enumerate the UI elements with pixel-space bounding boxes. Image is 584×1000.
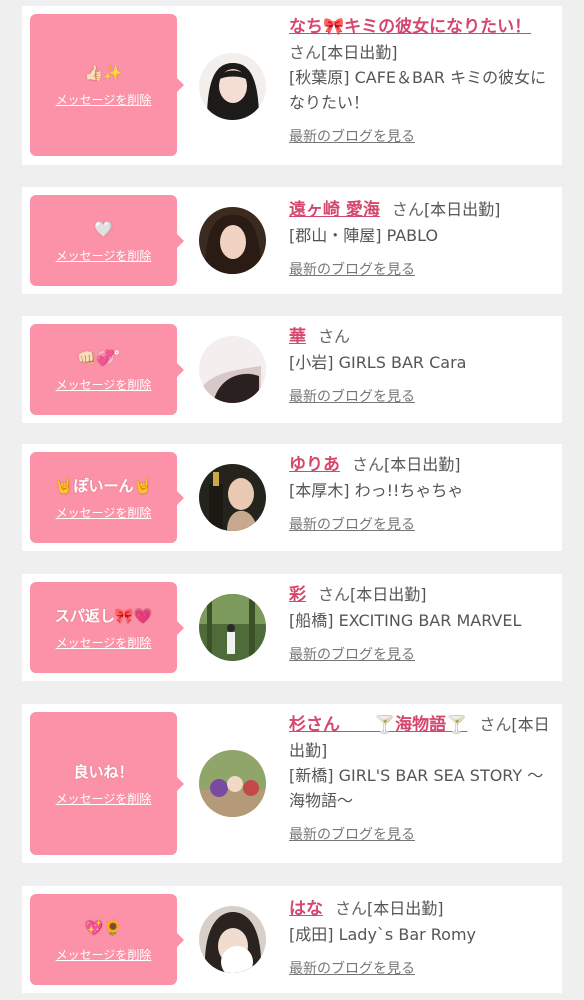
honorific: さん [318, 327, 351, 346]
avatar[interactable] [199, 750, 266, 817]
cast-name-link[interactable]: なち🎀キミの彼女になりたい！ [289, 17, 531, 37]
honorific: さん [318, 585, 351, 604]
honorific: さん [479, 715, 512, 734]
cast-name-link[interactable]: 彩 [289, 585, 306, 605]
honorific: さん [352, 455, 385, 474]
cast-name-link[interactable]: はな [289, 899, 323, 919]
cast-info: ゆりあ さん[本日出勤] [本厚木] わっ!!ちゃちゃ 最新のブログを見る [289, 452, 557, 538]
shop-name: [新橋] GIRL'S BAR SEA STORY 〜海物語〜 [289, 766, 544, 810]
shop-name: [船橋] EXCITING BAR MARVEL [289, 611, 522, 630]
cast-info: はな さん[本日出勤] [成田] Lady`s Bar Romy 最新のブログを見… [289, 896, 557, 982]
message-card: 🤍 メッセージを削除 遠ヶ崎 愛海 さん[本日出勤] [郡山・陣屋] PABLO … [22, 187, 562, 294]
shop-name: [秋葉原] CAFE＆BAR キミの彼女になりたい！ [289, 68, 547, 112]
message-bubble: 良いね！ メッセージを削除 [30, 712, 184, 855]
cast-info: 彩さん[本日出勤] [船橋] EXCITING BAR MARVEL 最新のブロ… [289, 582, 557, 668]
message-text: 👍🏻✨ [84, 64, 123, 82]
shift-status: [本日出勤] [367, 899, 444, 918]
cast-info: なち🎀キミの彼女になりたい！ さん[本日出勤] [秋葉原] CAFE＆BAR キ… [289, 14, 557, 150]
message-card: スパ返し🎀💗 メッセージを削除 彩さん[本日出勤] [船橋] EXCITING … [22, 574, 562, 681]
message-bubble: 🤘ぽいーん🤘 メッセージを削除 [30, 452, 184, 543]
blog-link[interactable]: 最新のブログを見る [289, 643, 557, 668]
message-card: 👊🏻💞゜ メッセージを削除 華さん [小岩] GIRLS BAR Cara 最新… [22, 316, 562, 423]
shift-status: [本日出勤] [423, 200, 501, 219]
blog-link[interactable]: 最新のブログを見る [289, 258, 557, 283]
delete-message-link[interactable]: メッセージを削除 [56, 792, 152, 806]
message-bubble: 👊🏻💞゜ メッセージを削除 [30, 324, 184, 415]
cast-name-link[interactable]: 華 [289, 327, 306, 347]
blog-link[interactable]: 最新のブログを見る [289, 385, 557, 410]
shop-name: [郡山・陣屋] PABLO [289, 226, 439, 245]
message-text: 🤍 [94, 219, 113, 238]
message-text: 🤘ぽいーん🤘 [54, 476, 153, 495]
cast-info: 杉さん 🍸海物語🍸 さん[本日出勤] [新橋] GIRL'S BAR SEA ST… [289, 712, 557, 848]
cast-name-link[interactable]: ゆりあ [289, 455, 340, 475]
message-card: 👍🏻✨ メッセージを削除 なち🎀キミの彼女になりたい！ さん[本日出勤] [秋葉… [22, 6, 562, 165]
message-card: 💖🌻 メッセージを削除 はな さん[本日出勤] [成田] Lady`s Bar R… [22, 886, 562, 993]
message-text: 💖🌻 [84, 918, 123, 937]
avatar[interactable] [199, 464, 266, 531]
shift-status: [本日出勤] [321, 43, 398, 62]
blog-link[interactable]: 最新のブログを見る [289, 823, 557, 848]
shift-status: [本日出勤] [384, 455, 461, 474]
message-bubble: スパ返し🎀💗 メッセージを削除 [30, 582, 184, 673]
avatar[interactable] [199, 906, 266, 973]
shop-name: [本厚木] わっ!!ちゃちゃ [289, 481, 464, 500]
honorific: さん [335, 899, 368, 918]
delete-message-link[interactable]: メッセージを削除 [56, 636, 152, 650]
avatar[interactable] [199, 53, 266, 120]
cast-info: 遠ヶ崎 愛海 さん[本日出勤] [郡山・陣屋] PABLO 最新のブログを見る [289, 197, 557, 283]
honorific: さん [391, 200, 424, 219]
blog-link[interactable]: 最新のブログを見る [289, 957, 557, 982]
message-bubble: 🤍 メッセージを削除 [30, 195, 184, 286]
delete-message-link[interactable]: メッセージを削除 [56, 378, 152, 392]
shift-status: [本日出勤] [350, 585, 427, 604]
message-text: 👊🏻💞゜ [77, 348, 130, 367]
blog-link[interactable]: 最新のブログを見る [289, 125, 557, 150]
shop-name: [小岩] GIRLS BAR Cara [289, 353, 467, 372]
delete-message-link[interactable]: メッセージを削除 [56, 93, 152, 107]
avatar[interactable] [199, 594, 266, 661]
message-bubble: 💖🌻 メッセージを削除 [30, 894, 184, 985]
avatar[interactable] [199, 207, 266, 274]
delete-message-link[interactable]: メッセージを削除 [56, 249, 152, 263]
delete-message-link[interactable]: メッセージを削除 [56, 948, 152, 962]
cast-info: 華さん [小岩] GIRLS BAR Cara 最新のブログを見る [289, 324, 557, 410]
cast-name-link[interactable]: 遠ヶ崎 愛海 [289, 200, 380, 220]
delete-message-link[interactable]: メッセージを削除 [56, 506, 152, 520]
avatar[interactable] [199, 336, 266, 403]
message-bubble: 👍🏻✨ メッセージを削除 [30, 14, 184, 156]
honorific: さん [289, 43, 322, 62]
message-text: 良いね！ [73, 762, 134, 781]
cast-name-link[interactable]: 杉さん 🍸海物語🍸 [289, 715, 467, 735]
shop-name: [成田] Lady`s Bar Romy [289, 925, 477, 944]
message-text: スパ返し🎀💗 [54, 606, 153, 625]
blog-link[interactable]: 最新のブログを見る [289, 513, 557, 538]
message-card: 良いね！ メッセージを削除 杉さん 🍸海物語🍸 さん[本日出勤] [新橋] GIR… [22, 704, 562, 863]
message-card: 🤘ぽいーん🤘 メッセージを削除 ゆりあ さん[本日出勤] [本厚木] わっ!!ちゃ… [22, 444, 562, 551]
